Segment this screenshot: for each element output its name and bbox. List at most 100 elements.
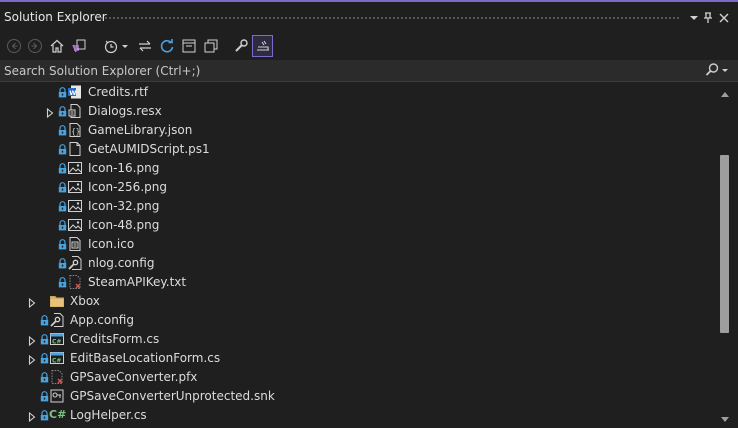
tree-item-label: GameLibrary.json: [88, 123, 193, 137]
switch-views-icon[interactable]: [70, 37, 88, 55]
lock-icon: [58, 163, 67, 174]
config-file-icon: [67, 255, 83, 271]
tree-item-label: LogHelper.cs: [70, 408, 147, 422]
image-file-icon: [67, 179, 83, 195]
tree-item[interactable]: GPSaveConverter.pfx: [0, 368, 718, 387]
tree-item-label: nlog.config: [88, 256, 155, 270]
lock-icon: [58, 182, 67, 193]
excluded-file-icon: [67, 274, 83, 290]
expand-arrow-icon[interactable]: [28, 335, 36, 347]
drag-grip[interactable]: [100, 16, 680, 21]
tree-item[interactable]: C# EditBaseLocationForm.cs: [0, 349, 718, 368]
text-file-icon: [67, 141, 83, 157]
show-all-files-icon[interactable]: [202, 37, 220, 55]
tree-item[interactable]: App.config: [0, 311, 718, 330]
properties-wrench-icon[interactable]: [232, 37, 250, 55]
tree-item-label: App.config: [70, 313, 134, 327]
lock-icon: [58, 258, 67, 269]
dropdown-arrow-icon[interactable]: [120, 37, 130, 55]
scroll-down-arrow-icon[interactable]: [720, 413, 730, 422]
resx-file-icon: [67, 103, 83, 119]
config-file-icon: [49, 312, 65, 328]
panel-title: Solution Explorer: [4, 10, 107, 24]
csharp-prefix: C#: [49, 408, 67, 421]
tree-item-label: Icon.ico: [88, 237, 135, 251]
tree-item-label: Icon-32.png: [88, 199, 160, 213]
title-bar[interactable]: Solution Explorer: [0, 2, 738, 32]
pin-icon[interactable]: [700, 10, 716, 26]
tree-item-label: GetAUMIDScript.ps1: [88, 142, 210, 156]
tree-item-label: Icon-256.png: [88, 180, 167, 194]
lock-icon: [40, 315, 49, 326]
tree-item[interactable]: Xbox: [0, 292, 718, 311]
tree-item[interactable]: GPSaveConverterUnprotected.snk: [0, 387, 718, 406]
back-icon[interactable]: [5, 37, 23, 55]
search-icon[interactable]: [704, 62, 720, 81]
lock-icon: [58, 87, 67, 98]
lock-icon: [40, 372, 49, 383]
json-file-icon: {}: [67, 122, 83, 138]
tree-item-label: Xbox: [70, 294, 100, 308]
tree-item[interactable]: Icon-48.png: [0, 216, 718, 235]
close-icon[interactable]: [716, 10, 732, 26]
search-input[interactable]: [4, 63, 684, 78]
tree-item-label: EditBaseLocationForm.cs: [70, 351, 221, 365]
preview-selected-items-icon[interactable]: [252, 35, 273, 57]
home-icon[interactable]: [48, 37, 66, 55]
expand-arrow-icon[interactable]: [28, 411, 36, 423]
tree-item[interactable]: nlog.config: [0, 254, 718, 273]
svg-text:C#: C#: [52, 357, 61, 364]
tree-item[interactable]: Icon.ico: [0, 235, 718, 254]
toolbar: [0, 33, 738, 60]
vertical-scrollbar[interactable]: [718, 83, 732, 428]
lock-icon: [58, 144, 67, 155]
tree-item-label: Credits.rtf: [88, 85, 149, 99]
tree-item[interactable]: W Credits.rtf: [0, 83, 718, 102]
tree-item[interactable]: {} GameLibrary.json: [0, 121, 718, 140]
tree-item[interactable]: Icon-32.png: [0, 197, 718, 216]
search-bar: [0, 60, 738, 82]
tree-item-label: Icon-16.png: [88, 161, 160, 175]
sync-active-document-icon[interactable]: [136, 37, 154, 55]
image-file-icon: [67, 160, 83, 176]
lock-icon: [40, 410, 49, 421]
lock-icon: [40, 334, 49, 345]
tree-item-label: GPSaveConverter.pfx: [70, 370, 198, 384]
tree-item-label: Dialogs.resx: [88, 104, 162, 118]
scroll-thumb[interactable]: [720, 155, 729, 333]
tree-item[interactable]: Icon-256.png: [0, 178, 718, 197]
tree-item[interactable]: GetAUMIDScript.ps1: [0, 140, 718, 159]
lock-icon: [58, 201, 67, 212]
expand-arrow-icon[interactable]: [28, 297, 36, 309]
expand-arrow-icon[interactable]: [46, 107, 54, 119]
folder-icon: [49, 293, 65, 309]
tree-item[interactable]: SteamAPIKey.txt: [0, 273, 718, 292]
lock-icon: [58, 277, 67, 288]
image-file-icon: [67, 198, 83, 214]
solution-tree: W Credits.rtf Dialogs.resx {} GameLibrary.js…: [0, 83, 718, 428]
expand-arrow-icon[interactable]: [28, 354, 36, 366]
tree-item-label: CreditsForm.cs: [70, 332, 160, 346]
svg-text:W: W: [69, 89, 76, 97]
tree-item[interactable]: C# LogHelper.cs: [0, 406, 718, 425]
word-document-icon: W: [67, 84, 83, 100]
form-file-icon: C#: [49, 331, 65, 347]
collapse-all-icon[interactable]: [180, 37, 198, 55]
lock-icon: [58, 106, 67, 117]
search-options-dropdown-icon[interactable]: [720, 62, 730, 81]
tree-item[interactable]: C# CreditsForm.cs: [0, 330, 718, 349]
image-file-icon: [67, 217, 83, 233]
scroll-up-arrow-icon[interactable]: [720, 87, 730, 97]
ico-file-icon: [67, 236, 83, 252]
key-file-icon: [49, 388, 65, 404]
refresh-icon[interactable]: [158, 37, 176, 55]
tree-item[interactable]: Dialogs.resx: [0, 102, 718, 121]
svg-text:C#: C#: [52, 338, 61, 345]
lock-icon: [58, 220, 67, 231]
lock-icon: [40, 353, 49, 364]
lock-icon: [40, 391, 49, 402]
tree-item-label: Icon-48.png: [88, 218, 160, 232]
forward-icon[interactable]: [26, 37, 44, 55]
tree-item[interactable]: Icon-16.png: [0, 159, 718, 178]
pending-changes-filter-icon[interactable]: [102, 37, 120, 55]
